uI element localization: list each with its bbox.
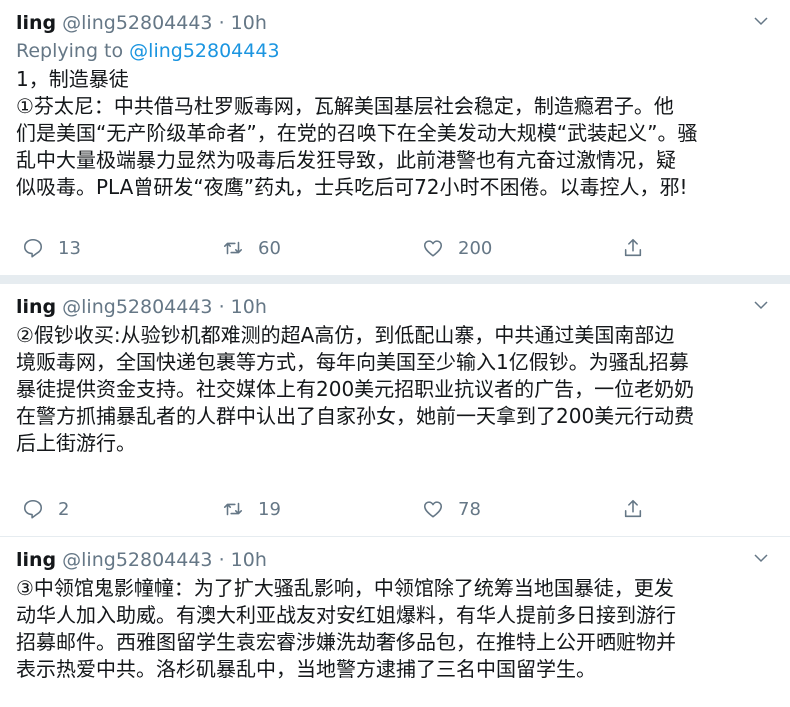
author-handle-time[interactable]: @ling52804443 · 10h [62, 549, 267, 571]
tweet-text-line: ①芬太尼：中共借马杜罗贩毒网，瓦解美国基层社会稳定，制造瘾君子。他 [16, 94, 674, 118]
share-button[interactable] [622, 237, 644, 259]
tweet-header: ling @ling52804443 · 10h [16, 547, 774, 573]
retweet-button[interactable]: 60 [222, 237, 281, 259]
tweet-text-line: 招募邮件。西雅图留学生袁宏睿涉嫌洗劫奢侈品包，在推特上公开晒赃物并 [16, 630, 676, 654]
replying-to-handle-link[interactable]: @ling52804443 [129, 40, 279, 62]
tweet[interactable]: ling @ling52804443 · 10h Replying to @lin… [0, 0, 790, 276]
like-icon [423, 240, 443, 257]
tweet-text-line: ②假钞收买:从验钞机都难测的超A高仿，到低配山寨，中共通过美国南部边 [16, 323, 675, 347]
tweet[interactable]: ling @ling52804443 · 10h ③中领馆鬼影幢幢：为了扩大骚乱影… [0, 537, 790, 707]
reply-button[interactable]: 2 [22, 498, 69, 520]
chevron-down-icon[interactable] [752, 296, 770, 314]
tweet-text-line: 乱中大量极端暴力显然为吸毒后发狂导致，此前港警也有亢奋过激情况，疑 [16, 148, 676, 172]
tweet-text: ②假钞收买:从验钞机都难测的超A高仿，到低配山寨，中共通过美国南部边 境贩毒网，… [16, 322, 774, 457]
author-name[interactable]: ling [16, 12, 56, 34]
tweet-text-line: 们是美国“无产阶级革命者”，在党的召唤下在全美发动大规模“武装起义”。骚 [16, 121, 698, 145]
like-count: 78 [458, 498, 481, 520]
tweet-actions: 13 60 200 [22, 237, 774, 261]
like-button[interactable]: 200 [422, 237, 492, 259]
tweet-text: 1，制造暴徒 ①芬太尼：中共借马杜罗贩毒网，瓦解美国基层社会稳定，制造瘾君子。他… [16, 66, 774, 201]
tweet[interactable]: ling @ling52804443 · 10h ②假钞收买:从验钞机都难测的超A… [0, 284, 790, 536]
tweet-header: ling @ling52804443 · 10h [16, 10, 774, 36]
retweet-count: 60 [258, 237, 281, 259]
share-button[interactable] [622, 498, 644, 520]
reply-count: 2 [58, 498, 70, 520]
retweet-icon [223, 241, 243, 255]
chevron-down-icon[interactable] [752, 549, 770, 567]
author-handle-time[interactable]: @ling52804443 · 10h [62, 296, 267, 318]
tweet-text-line: ③中领馆鬼影幢幢：为了扩大骚乱影响，中领馆除了统筹当地国暴徒，更发 [16, 576, 674, 600]
retweet-count: 19 [258, 498, 281, 520]
tweet-text-line: 后上街游行。 [16, 431, 136, 455]
reply-icon [23, 499, 43, 519]
thread-separator [0, 276, 790, 284]
tweet-text-line: 动华人加入助威。有澳大利亚战友对安红姐爆料，有华人提前多日接到游行 [16, 603, 676, 627]
retweet-icon [223, 502, 243, 516]
tweet-text-line: 表示热爱中共。洛杉矶暴乱中，当地警方逮捕了三名中国留学生。 [16, 657, 596, 681]
like-count: 200 [458, 237, 493, 259]
author-name[interactable]: ling [16, 549, 56, 571]
tweet-actions: 2 19 78 [22, 498, 774, 522]
like-icon [423, 501, 443, 518]
chevron-down-icon[interactable] [752, 12, 770, 30]
replying-to-label: Replying to [16, 40, 124, 62]
retweet-button[interactable]: 19 [222, 498, 281, 520]
tweet-text-line: 暴徒提供资金支持。社交媒体上有200美元招职业抗议者的广告，一位老奶奶 [16, 377, 695, 401]
tweet-text-line: 似吸毒。PLA曾研发“夜鹰”药丸，士兵吃后可72小时不困倦。以毒控人，邪! [16, 175, 688, 199]
tweet-text: ③中领馆鬼影幢幢：为了扩大骚乱影响，中领馆除了统筹当地国暴徒，更发 动华人加入助… [16, 575, 774, 683]
share-icon [624, 499, 642, 518]
reply-button[interactable]: 13 [22, 237, 81, 259]
tweet-header: ling @ling52804443 · 10h [16, 294, 774, 320]
like-button[interactable]: 78 [422, 498, 481, 520]
author-name[interactable]: ling [16, 296, 56, 318]
reply-icon [23, 238, 43, 258]
reply-count: 13 [58, 237, 81, 259]
tweet-text-line: 1，制造暴徒 [16, 67, 129, 91]
replying-to: Replying to @ling52804443 [16, 38, 774, 64]
author-handle-time[interactable]: @ling52804443 · 10h [62, 12, 267, 34]
share-icon [624, 238, 642, 257]
tweet-text-line: 在警方抓捕暴乱者的人群中认出了自家孙女，她前一天拿到了200美元行动费 [16, 404, 695, 428]
tweet-text-line: 境贩毒网，全国快递包裹等方式，每年向美国至少输入1亿假钞。为骚乱招募 [16, 350, 689, 374]
